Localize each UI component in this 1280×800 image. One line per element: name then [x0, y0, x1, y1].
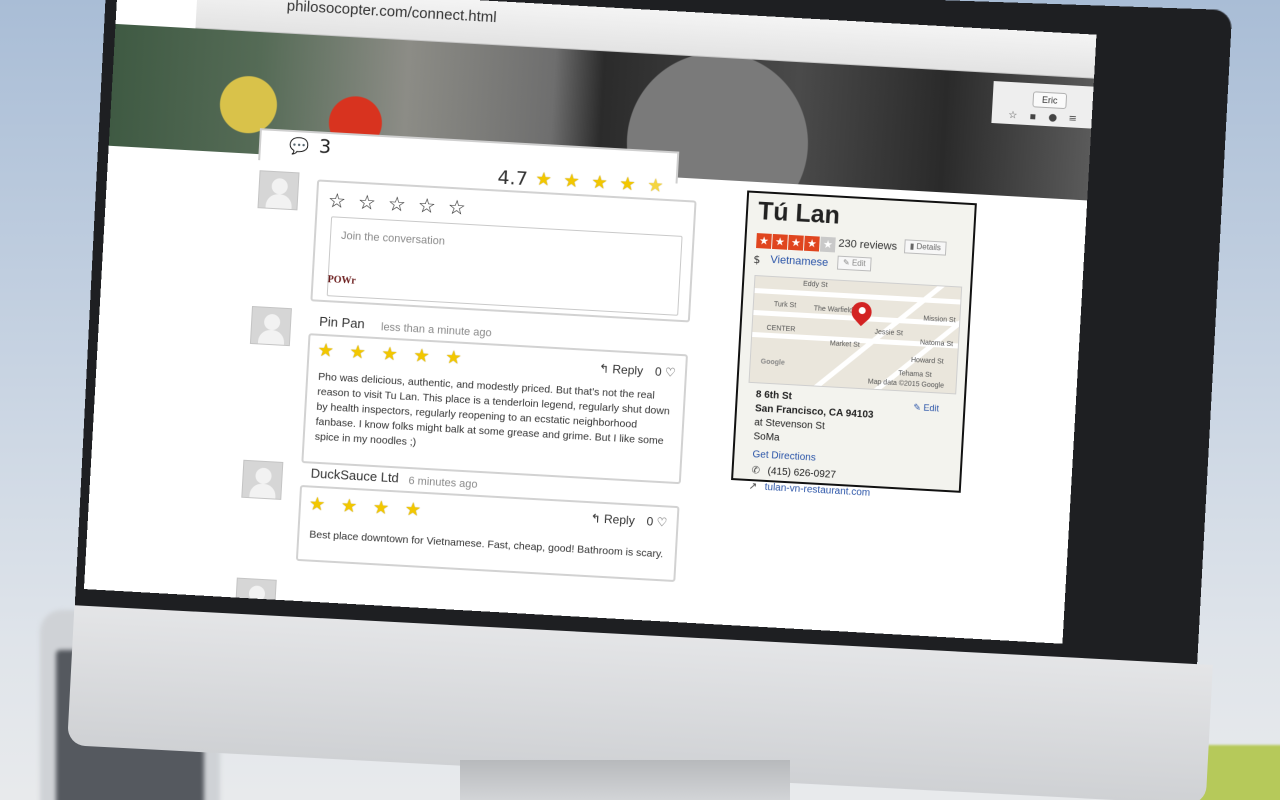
edit-address-label: Edit [923, 402, 940, 414]
reply-button[interactable]: ↰ Reply [599, 361, 644, 377]
rate-star-icon[interactable]: ☆ [417, 193, 436, 218]
map-street-label: Eddy St [802, 280, 828, 290]
business-name[interactable]: Tú Lan [757, 197, 840, 231]
comment-card: ★ ★ ★ ★ ↰ Reply 0 ♡ Best place downtown … [295, 484, 680, 583]
comment-text: Best place downtown for Vietnamese. Fast… [309, 528, 664, 561]
yelp-star-icon: ★ [772, 233, 788, 250]
heart-icon: ♡ [664, 365, 677, 380]
edit-category-button[interactable]: ✎ Edit [836, 255, 872, 272]
average-star-icon: ★ [646, 174, 665, 197]
location-map[interactable]: Eddy St Turk St The Warfield CENTER Mark… [748, 274, 963, 395]
bookmark-star-icon[interactable]: ☆ [1006, 110, 1019, 123]
get-directions-link[interactable]: Get Directions [752, 449, 816, 464]
reply-label: Reply [603, 511, 636, 528]
map-street-label: Tehama St [898, 370, 932, 380]
average-star-icon: ★ [618, 173, 637, 196]
google-logo: Google [760, 358, 785, 367]
yelp-star-icon: ★ [787, 234, 804, 251]
like-button[interactable]: 0 ♡ [655, 365, 677, 380]
rate-star-icon[interactable]: ☆ [387, 191, 406, 216]
heart-icon: ♡ [656, 514, 668, 530]
comment-star-icon: ★ [372, 497, 390, 519]
comment-author[interactable]: DuckSauce Ltd [310, 466, 399, 486]
reply-button[interactable]: ↰ Reply [590, 511, 635, 527]
url-text[interactable]: philosocopter.com/connect.html [286, 0, 497, 26]
bar-chart-icon: ▮ [909, 241, 915, 251]
yelp-star-icon: ★ [756, 233, 772, 249]
comment-star-icon: ★ [380, 343, 399, 366]
browser-screen: philosocopter.com/connect.html Eric ☆ ▪ … [83, 0, 1097, 644]
reply-label: Reply [612, 362, 644, 378]
comment-time: 6 minutes ago [408, 475, 478, 491]
price-level: $ [753, 252, 761, 267]
comment-star-icon: ★ [308, 493, 326, 516]
average-star-icon: ★ [562, 170, 581, 193]
cross-street: at Stevenson St [753, 417, 826, 433]
review-count[interactable]: 230 reviews [838, 238, 897, 253]
apple-logo-icon [690, 670, 740, 730]
comment-author[interactable]: Pin Pan [319, 314, 365, 332]
neighborhood: SoMa [753, 431, 780, 444]
yelp-star-icon: ★ [803, 235, 820, 252]
comment-composer: ☆ ☆ ☆ ☆ ☆ Join the conversation POWr [310, 179, 697, 323]
comment-star-icon: ★ [444, 346, 463, 369]
edit-address-button[interactable]: ✎ Edit [913, 402, 939, 414]
category-link[interactable]: Vietnamese [770, 254, 828, 269]
pencil-icon: ✎ [842, 257, 850, 268]
phone-number[interactable]: (415) 626-0927 [767, 466, 836, 481]
external-link-icon: ↗ [748, 481, 758, 493]
menu-icon[interactable]: ≡ [1066, 113, 1079, 126]
extension-off-icon[interactable]: ▪ [1026, 111, 1039, 124]
like-button[interactable]: 0 ♡ [646, 514, 668, 529]
join-conversation-input[interactable]: Join the conversation [326, 216, 683, 316]
yelp-star-icon: ★ [819, 236, 836, 253]
edit-label: Edit [851, 258, 866, 269]
map-street-label: Turk St [773, 301, 797, 310]
comment-text: Pho was delicious, authentic, and modest… [314, 370, 671, 449]
yelp-business-card: Tú Lan ★ ★ ★ ★ ★ 230 reviews ▮ Details $… [731, 190, 977, 493]
comment-star-icon: ★ [349, 341, 367, 364]
average-star-icon: ★ [590, 171, 609, 194]
rate-star-icon[interactable]: ☆ [447, 195, 466, 220]
avatar [241, 459, 284, 500]
average-rating-value: 4.7 [496, 166, 529, 191]
map-street-label: Howard St [910, 356, 944, 366]
avatar [257, 170, 300, 211]
comment-star-icon: ★ [412, 345, 431, 367]
comment-count: 3 [318, 135, 332, 159]
map-street-label: Jessie St [874, 328, 904, 338]
monitor-stand [460, 760, 790, 800]
details-button[interactable]: ▮ Details [903, 239, 947, 256]
average-star-icon: ★ [534, 168, 553, 191]
phone-icon: ✆ [751, 465, 761, 477]
comment-time: less than a minute ago [380, 321, 492, 340]
powr-brand[interactable]: POWr [327, 274, 356, 287]
rate-star-icon[interactable]: ☆ [327, 188, 346, 213]
like-count: 0 [646, 514, 654, 529]
rate-star-icon[interactable]: ☆ [357, 190, 376, 215]
comment-star-icon: ★ [340, 495, 358, 518]
comments-icon: 💬 [288, 135, 310, 156]
comment-card: ★ ★ ★ ★ ★ ↰ Reply 0 ♡ Pho was delicious,… [301, 333, 688, 485]
comment-star-icon: ★ [317, 339, 335, 362]
avatar [249, 305, 292, 347]
extension-chat-icon[interactable]: ● [1046, 112, 1059, 125]
pencil-icon: ✎ [913, 402, 922, 413]
details-label: Details [916, 241, 942, 253]
comment-star-icon: ★ [404, 498, 422, 521]
map-street-label: Market St [829, 340, 860, 349]
like-count: 0 [654, 364, 663, 379]
profile-chip[interactable]: Eric [1032, 91, 1068, 110]
address-street: 8 6th St [755, 389, 793, 403]
